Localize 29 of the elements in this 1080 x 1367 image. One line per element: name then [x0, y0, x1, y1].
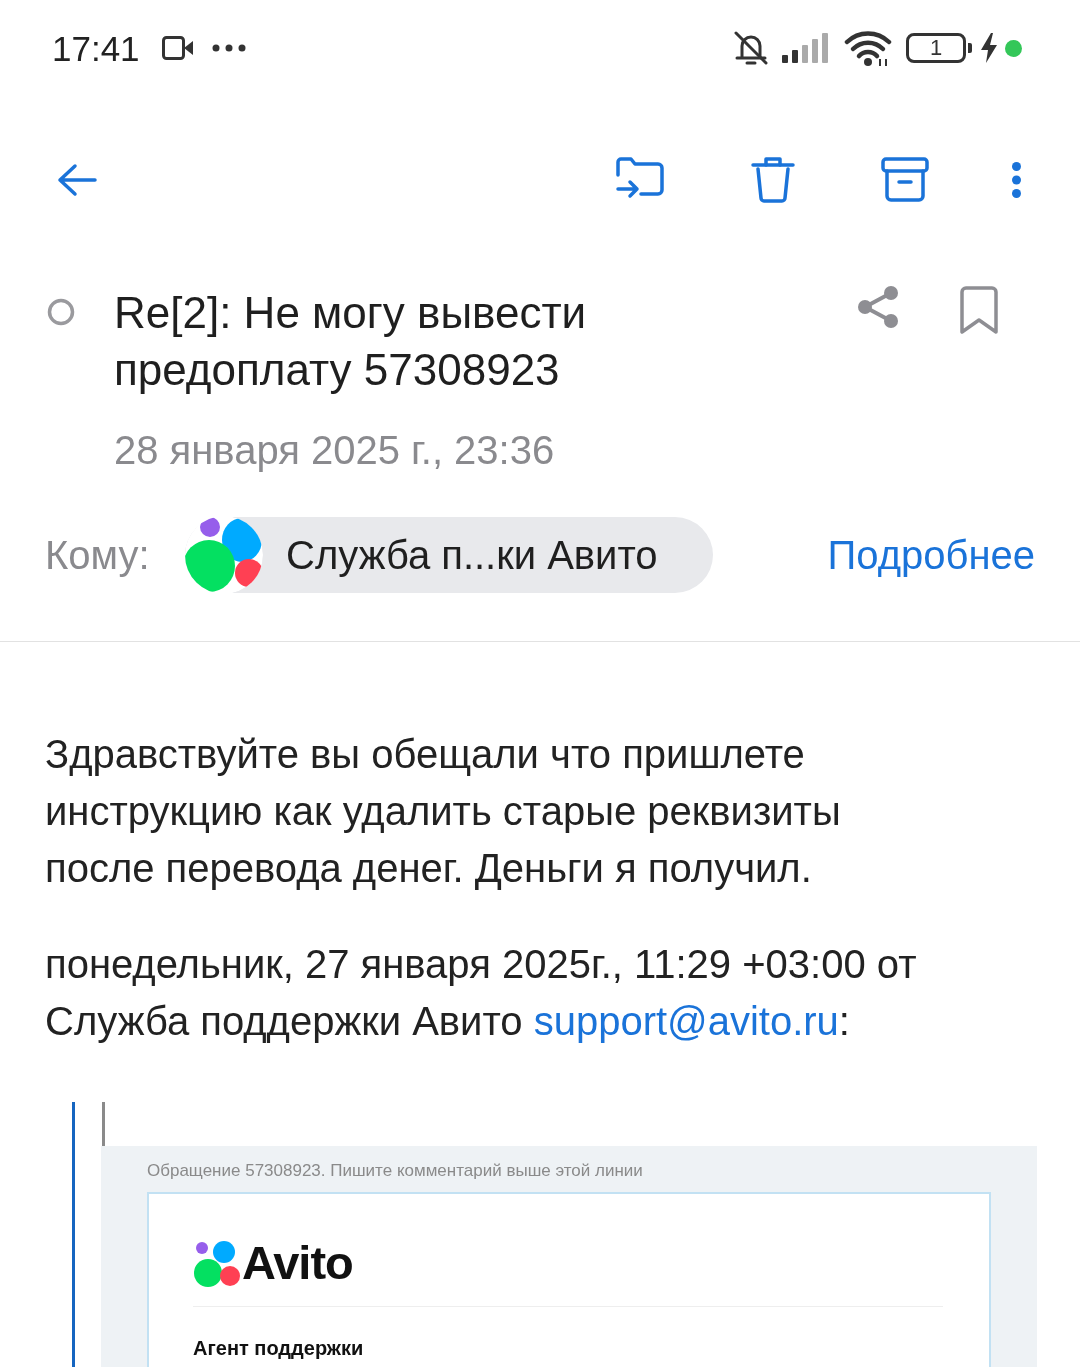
logo-wordmark: Avito	[242, 1238, 353, 1288]
colored-dots-logo-icon	[193, 1239, 241, 1287]
wifi-icon	[844, 29, 892, 67]
email-subject: Re[2]: Не могу вывести предоплату 57308923	[114, 287, 588, 396]
email-date: 28 января 2025 г., 23:36	[114, 428, 555, 472]
signal-bars-icon	[782, 33, 830, 63]
agent-heading: Агент поддержки	[193, 1337, 365, 1359]
arrow-left-icon[interactable]	[57, 163, 97, 197]
recipient-chip[interactable]: Служба п...ки Авито	[185, 517, 713, 593]
quote-header-text: понедельник, 27 января 2025г., 11:29 +03:00 от Служба поддержки Авито support@avito.ru:	[45, 941, 918, 1045]
share-icon[interactable]	[855, 284, 901, 330]
read-status-circle-icon[interactable]	[47, 298, 75, 326]
email-link[interactable]: support@avito.ru	[533, 999, 839, 1043]
archive-box-icon[interactable]	[881, 157, 929, 203]
trash-icon[interactable]	[751, 156, 795, 204]
charging-bolt-icon	[980, 33, 998, 63]
ticket-notice-text: Обращение 57308923. Пишите комментарий выше этой линии	[147, 1160, 644, 1182]
more-vertical-icon[interactable]	[1011, 161, 1022, 199]
colored-dots-avatar-icon	[185, 516, 263, 594]
video-camera-icon	[161, 36, 194, 60]
more-dots-icon	[211, 44, 246, 52]
muted-bell-icon	[732, 29, 770, 67]
message-body-text: Здравствуйте вы обещали что пришлете инструкцию как удалить старые реквизиты после перевода денег. Деньги я получил.	[45, 731, 842, 892]
status-dot-icon	[1005, 39, 1022, 57]
recipient-label: Кому:	[45, 533, 150, 577]
bookmark-icon[interactable]	[958, 286, 1000, 336]
battery-indicator: 1	[906, 33, 972, 63]
details-link[interactable]: Подробнее	[827, 525, 1035, 585]
clock-time: 17:41	[52, 30, 140, 66]
